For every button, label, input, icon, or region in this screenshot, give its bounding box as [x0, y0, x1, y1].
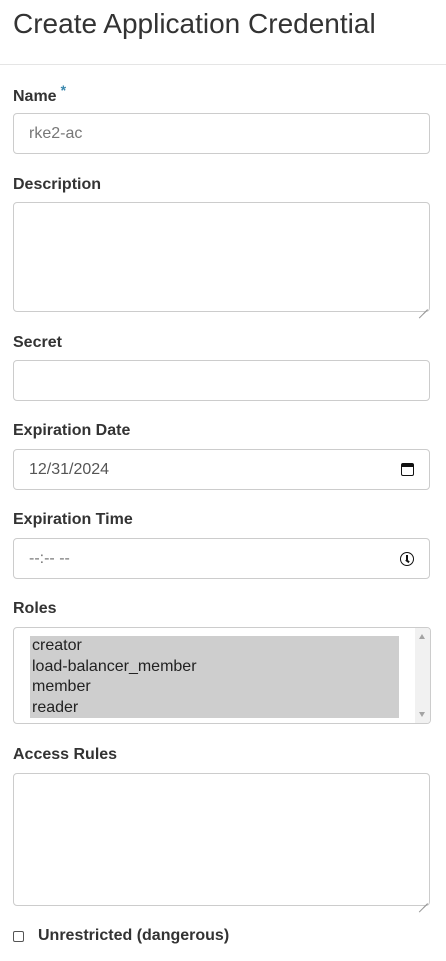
role-option-member[interactable]: member — [30, 677, 399, 698]
role-option-reader[interactable]: reader — [30, 697, 399, 718]
page-title: Create Application Credential — [13, 8, 376, 39]
secret-input[interactable] — [13, 360, 430, 401]
expiration-date-input[interactable]: 12/31/2024 — [13, 449, 430, 490]
access-rules-label: Access Rules — [13, 746, 118, 763]
secret-label: Secret — [13, 334, 62, 351]
description-label: Description — [13, 176, 102, 193]
description-textarea[interactable] — [13, 202, 430, 312]
name-label-text: Name — [13, 88, 57, 105]
expiration-date-value: 12/31/2024 — [29, 460, 110, 478]
expiration-time-value: --:-- -- — [29, 549, 70, 567]
role-option-creator[interactable]: creator — [30, 636, 399, 657]
roles-options: creator load-balancer_member member read… — [30, 636, 399, 718]
resize-grip-icon[interactable] — [418, 300, 428, 310]
calendar-icon[interactable] — [401, 463, 414, 476]
required-marker: * — [60, 82, 67, 98]
roles-label: Roles — [13, 600, 57, 617]
scroll-down-arrow-icon[interactable] — [419, 712, 425, 717]
expiration-time-label: Expiration Time — [13, 511, 133, 528]
expiration-date-label: Expiration Date — [13, 422, 131, 439]
expiration-time-input[interactable]: --:-- -- — [13, 538, 430, 579]
role-option-load-balancer-member[interactable]: load-balancer_member — [30, 656, 399, 677]
clock-icon[interactable] — [400, 551, 414, 566]
unrestricted-checkbox[interactable] — [13, 930, 24, 942]
resize-grip-icon[interactable] — [418, 894, 428, 904]
unrestricted-label[interactable]: Unrestricted (dangerous) — [38, 927, 229, 945]
name-input-value: rke2-ac — [29, 124, 83, 142]
header-divider — [0, 64, 446, 65]
scroll-up-arrow-icon[interactable] — [419, 634, 425, 639]
name-input[interactable]: rke2-ac — [13, 113, 430, 154]
access-rules-textarea[interactable] — [13, 773, 430, 906]
unrestricted-option[interactable]: Unrestricted (dangerous) — [13, 927, 229, 945]
roles-scrollbar[interactable] — [415, 628, 430, 723]
name-label: Name * — [13, 82, 66, 107]
roles-multiselect[interactable]: creator load-balancer_member member read… — [13, 627, 431, 724]
